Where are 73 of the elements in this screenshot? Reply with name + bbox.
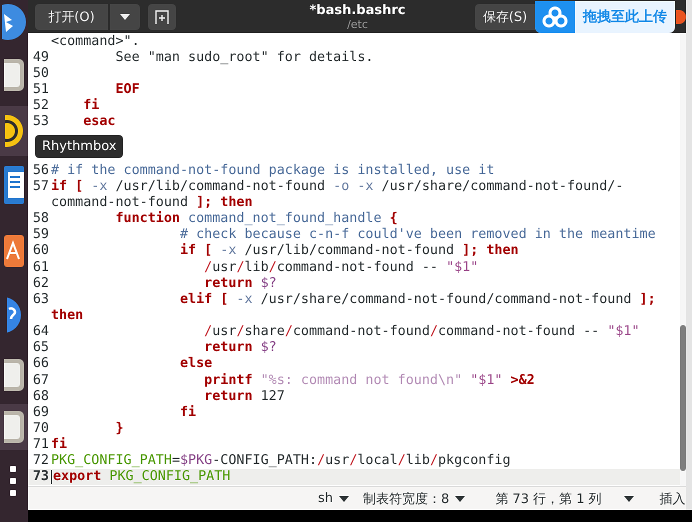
line-number: 50 [32, 66, 49, 81]
tab-width-dropdown[interactable]: 制表符宽度：8 [363, 490, 466, 508]
caret-icon [120, 14, 130, 20]
open-button[interactable]: 打开(O) [35, 4, 108, 30]
code-line: /usr/lib/command-not-found -- "$1" [203, 260, 478, 275]
code-line: EOF [114, 82, 140, 97]
document-icon[interactable] [4, 166, 24, 204]
code-line: <command>". [51, 34, 140, 49]
code-line: return 127 [203, 388, 285, 404]
line-number: 70 [32, 420, 49, 436]
tooltip: Rhythmbox [35, 135, 124, 158]
dock-item[interactable] [0, 106, 28, 156]
line-number: 60 [32, 243, 49, 258]
code-line: if [ -x /usr/lib/command-not-found -o -x /usr/share/command-not-found/- [51, 178, 624, 194]
line-number: 49 [32, 50, 49, 65]
code-line: export PKG_CONFIG_PATH [51, 469, 230, 484]
code-line: See "man sudo_root" for details. [114, 50, 374, 65]
line-number: 65 [32, 340, 49, 356]
line-number: 62 [32, 276, 49, 291]
code-line: command-not-found ]; then [51, 194, 253, 210]
round-app-icon[interactable] [2, 4, 26, 40]
code-line: then [51, 308, 84, 323]
help-icon[interactable] [7, 297, 21, 333]
line-number: 52 [32, 98, 49, 114]
code-line: return $? [203, 340, 277, 356]
caret-icon [624, 496, 634, 502]
window-title: *bash.bashrc [310, 2, 406, 18]
code-line: } [114, 420, 124, 436]
language-dropdown[interactable]: sh [318, 491, 350, 506]
line-number: 69 [32, 404, 49, 420]
code-line: esac [82, 114, 116, 130]
caret-icon [455, 496, 466, 502]
new-tab-button[interactable] [148, 4, 176, 30]
line-number: 73 [32, 469, 49, 484]
line-number: 51 [32, 82, 49, 97]
code-line: PKG_CONFIG_PATH=$PKG-CONFIG_PATH:/usr/local/lib/pkgconfig [51, 453, 511, 468]
code-line: return $? [203, 276, 277, 291]
line-number: 71 [32, 437, 49, 452]
line-number: 58 [32, 211, 49, 226]
new-tab-icon [155, 10, 169, 24]
insert-mode: 插入 [660, 490, 686, 508]
code-line: elif [ -x /usr/share/command-not-found/command-not-found ]; [179, 292, 656, 307]
line-number: 66 [32, 356, 49, 372]
line-number: 68 [32, 388, 49, 404]
open-menu-button[interactable] [110, 4, 140, 30]
dock-item[interactable] [0, 404, 28, 450]
line-number: 56 [32, 162, 49, 178]
code-line: if [ -x /usr/lib/command-not-found ]; then [179, 243, 519, 258]
caret-icon [339, 496, 350, 502]
cloud-icon [542, 6, 568, 28]
save-button[interactable]: 保存(S) [475, 4, 535, 30]
line-number: 64 [32, 324, 49, 340]
code-line: fi [82, 98, 100, 114]
code-line: function command_not_found_handle { [114, 211, 398, 226]
line-number: 53 [32, 114, 49, 130]
window-subtitle: /etc [347, 18, 368, 30]
line-number: 57 [32, 178, 49, 194]
cursor-position: 第 73 行，第 1 列 [495, 490, 602, 508]
line-number: 67 [32, 372, 49, 388]
code-line: else [179, 356, 212, 372]
line-number: 61 [32, 260, 49, 275]
close-button[interactable] [676, 10, 686, 24]
code-line: /usr/share/command-not-found/command-not-found -- "$1" [203, 324, 640, 340]
line-number: 72 [32, 453, 49, 468]
code-line: # if the command-not-found package is installed, use it [51, 162, 494, 178]
code-line: fi [51, 437, 68, 452]
code-line: # check because c-n-f could've been removed in the meantime [179, 227, 656, 242]
code-line: fi [179, 404, 196, 420]
position-menu-button[interactable] [624, 496, 634, 502]
line-number: 63 [32, 292, 49, 307]
scrollbar-thumb[interactable] [680, 325, 686, 471]
line-number: 59 [32, 227, 49, 242]
code-line: printf "%s: command not found\n" "$1" >&2 [203, 372, 535, 388]
